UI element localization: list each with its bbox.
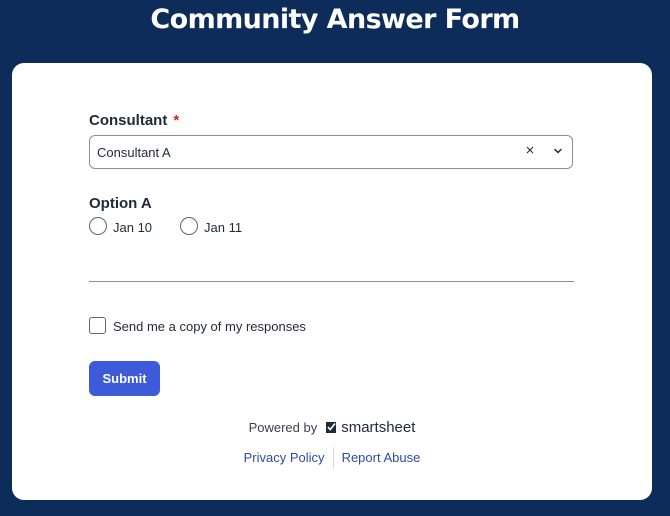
footer-links: Privacy Policy Report Abuse — [12, 447, 652, 469]
radio-button[interactable] — [89, 217, 107, 235]
powered-by: Powered by smartsheet — [12, 419, 652, 436]
consultant-select-value: Consultant A — [97, 145, 171, 160]
radio-button[interactable] — [180, 217, 198, 235]
section-divider — [89, 281, 574, 282]
consultant-label: Consultant * — [89, 112, 179, 130]
smartsheet-logo[interactable]: smartsheet — [325, 419, 415, 436]
brand-name: smartsheet — [341, 419, 416, 436]
required-asterisk: * — [173, 112, 180, 129]
smartsheet-check-icon — [326, 422, 337, 433]
radio-label: Jan 10 — [113, 220, 153, 235]
radio-option-jan-11[interactable]: Jan 11 — [180, 217, 250, 237]
send-copy-checkbox[interactable] — [89, 317, 106, 334]
clear-icon[interactable]: × — [523, 143, 537, 158]
form-title: Community Answer Form — [150, 4, 520, 35]
send-copy-label[interactable]: Send me a copy of my responses — [113, 319, 306, 334]
radio-option-jan-10[interactable]: Jan 10 — [89, 217, 159, 237]
powered-by-text: Powered by — [248, 420, 318, 435]
consultant-label-text: Consultant — [89, 112, 168, 129]
privacy-policy-link[interactable]: Privacy Policy — [236, 447, 333, 469]
chevron-down-icon[interactable] — [552, 145, 564, 157]
submit-button[interactable]: Submit — [89, 361, 160, 396]
report-abuse-link[interactable]: Report Abuse — [334, 447, 429, 469]
option-a-label: Option A — [89, 195, 152, 212]
radio-label: Jan 11 — [204, 220, 243, 235]
form-card: Consultant * Consultant A × Option A Jan … — [12, 63, 652, 500]
consultant-select[interactable]: Consultant A × — [89, 135, 573, 169]
